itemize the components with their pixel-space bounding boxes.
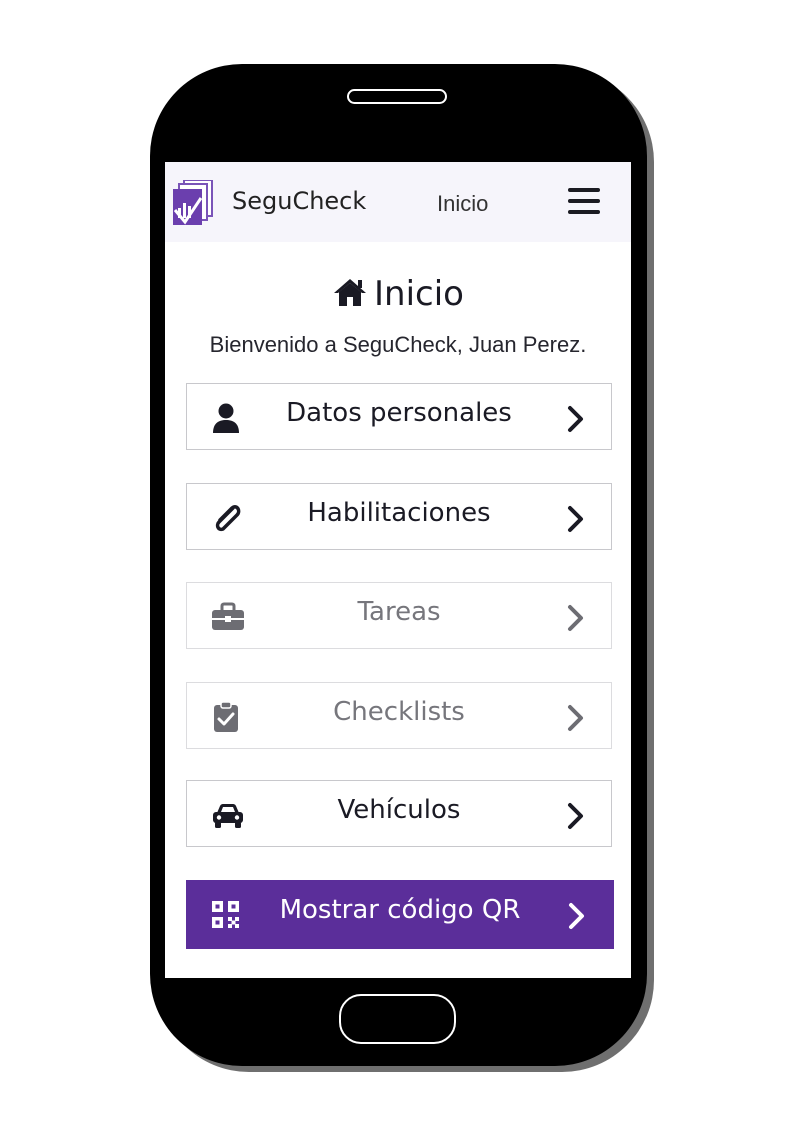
phone-speaker: [347, 89, 447, 104]
welcome-message: Bienvenido a SeguCheck, Juan Perez.: [209, 332, 587, 357]
menu-item-vehiculos[interactable]: Vehículos: [186, 780, 612, 847]
show-qr-code-button[interactable]: Mostrar código QR: [186, 880, 614, 949]
menu-item-checklists[interactable]: Checklists: [186, 682, 612, 749]
chevron-right-icon: [568, 506, 583, 532]
chevron-right-icon: [569, 903, 584, 929]
home-icon: [334, 279, 367, 306]
brand-name[interactable]: SeguCheck: [232, 187, 366, 215]
chevron-right-icon: [568, 406, 583, 432]
qr-button-label: Mostrar código QR: [279, 895, 521, 925]
menu-item-label: Habilitaciones: [307, 498, 491, 528]
menu-item-habilitaciones[interactable]: Habilitaciones: [186, 483, 612, 550]
page-title: Inicio: [165, 274, 631, 314]
phone-home-button[interactable]: [339, 994, 456, 1044]
chevron-right-icon: [568, 803, 583, 829]
phone-screen: SeguCheck Inicio Inicio Bienvenido a Seg…: [165, 162, 631, 978]
menu-item-tareas[interactable]: Tareas: [186, 582, 612, 649]
page-title-text: Inicio: [374, 274, 464, 314]
menu-item-label: Vehículos: [337, 795, 461, 825]
menu-item-label: Tareas: [357, 597, 441, 627]
chevron-right-icon: [568, 705, 583, 731]
navbar: SeguCheck Inicio: [165, 162, 631, 242]
segucheck-logo-icon[interactable]: [172, 180, 214, 226]
menu-item-datos-personales[interactable]: Datos personales: [186, 383, 612, 450]
hamburger-menu-icon[interactable]: [568, 188, 600, 214]
nav-link-inicio[interactable]: Inicio: [437, 191, 488, 217]
chevron-right-icon: [568, 605, 583, 631]
menu-item-label: Checklists: [333, 697, 465, 727]
menu-item-label: Datos personales: [286, 398, 512, 428]
device-mockup: SeguCheck Inicio Inicio Bienvenido a Seg…: [0, 0, 795, 1125]
